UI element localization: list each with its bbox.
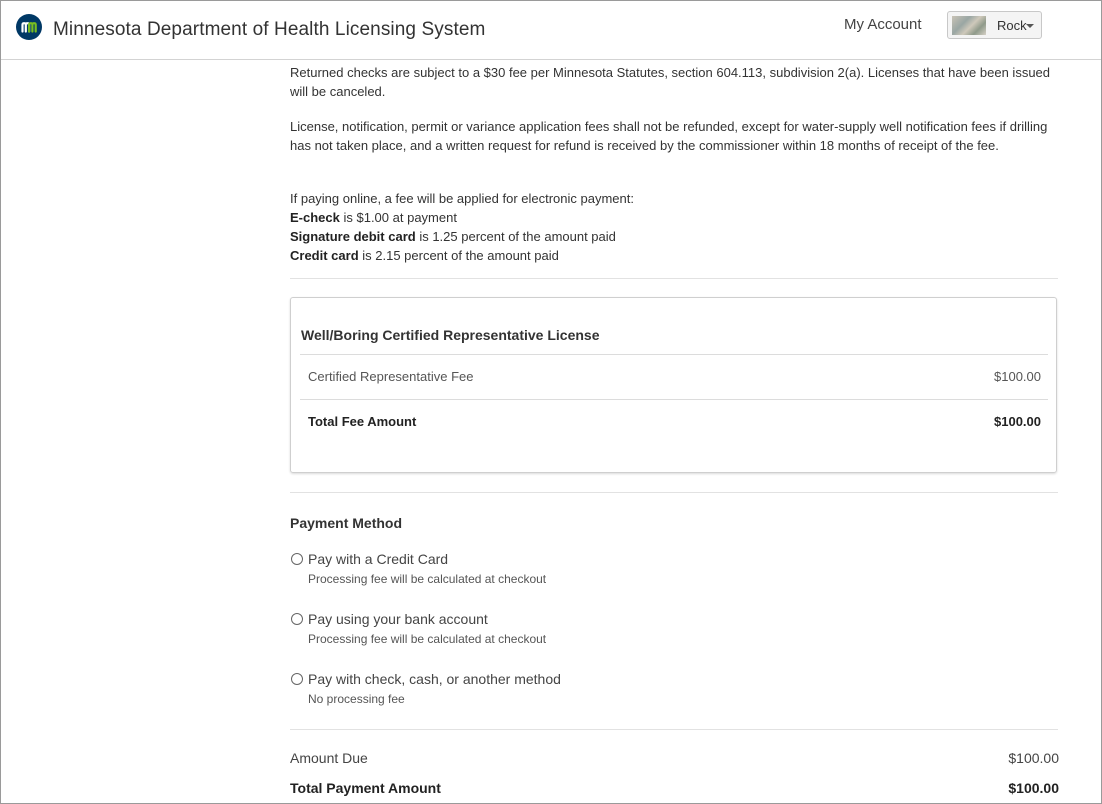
bank-account-radio[interactable] (291, 613, 303, 625)
total-fee-amount: $100.00 (994, 414, 1041, 429)
credit-fee-text: is 2.15 percent of the amount paid (358, 248, 559, 263)
credit-fee-line: Credit card is 2.15 percent of the amoun… (290, 246, 1060, 265)
echeck-label: E-check (290, 210, 340, 225)
credit-label: Credit card (290, 248, 359, 263)
check-cash-option-label[interactable]: Pay with check, cash, or another method (308, 671, 561, 687)
bank-account-option-note: Processing fee will be calculated at che… (308, 632, 547, 646)
app-window: Minnesota Department of Health Licensing… (0, 0, 1102, 804)
divider (290, 278, 1058, 279)
debit-fee-text: is 1.25 percent of the amount paid (415, 229, 616, 244)
app-title[interactable]: Minnesota Department of Health Licensing… (53, 19, 485, 41)
divider (290, 729, 1058, 730)
credit-card-radio[interactable] (291, 553, 303, 565)
debit-fee-line: Signature debit card is 1.25 percent of … (290, 227, 1060, 246)
my-account-link[interactable]: My Account (844, 16, 922, 33)
check-cash-option-note: No processing fee (308, 692, 405, 706)
user-menu-button[interactable]: Rock (947, 11, 1042, 39)
divider (290, 492, 1058, 493)
mn-logo-icon[interactable] (16, 14, 42, 40)
check-cash-radio[interactable] (291, 673, 303, 685)
amount-due-label: Amount Due (290, 750, 368, 766)
license-title: Well/Boring Certified Representative Lic… (301, 327, 600, 343)
echeck-fee-line: E-check is $1.00 at payment (290, 208, 1060, 227)
fee-summary-card: Well/Boring Certified Representative Lic… (290, 297, 1057, 473)
caret-down-icon (1026, 24, 1034, 28)
fee-line-amount: $100.00 (994, 369, 1041, 384)
avatar (952, 16, 986, 35)
payment-method-heading: Payment Method (290, 515, 403, 531)
debit-label: Signature debit card (290, 229, 416, 244)
returned-checks-notice: Returned checks are subject to a $30 fee… (290, 65, 1051, 99)
refund-policy-notice: License, notification, permit or varianc… (290, 119, 1048, 153)
fee-line-label: Certified Representative Fee (308, 369, 474, 384)
echeck-fee-text: is $1.00 at payment (339, 210, 457, 225)
online-fee-notice: If paying online, a fee will be applied … (290, 189, 1060, 265)
bank-account-option-label[interactable]: Pay using your bank account (308, 611, 488, 627)
online-fee-intro: If paying online, a fee will be applied … (290, 191, 634, 206)
user-name: Rock (997, 18, 1027, 33)
total-fee-label: Total Fee Amount (308, 414, 417, 429)
total-payment-label: Total Payment Amount (290, 780, 441, 796)
total-payment-value: $100.00 (1008, 780, 1059, 796)
credit-card-option-note: Processing fee will be calculated at che… (308, 572, 547, 586)
credit-card-option-label[interactable]: Pay with a Credit Card (308, 551, 448, 567)
divider (300, 354, 1048, 355)
top-navbar: Minnesota Department of Health Licensing… (1, 1, 1101, 60)
divider (300, 399, 1048, 400)
amount-due-value: $100.00 (1008, 750, 1059, 766)
